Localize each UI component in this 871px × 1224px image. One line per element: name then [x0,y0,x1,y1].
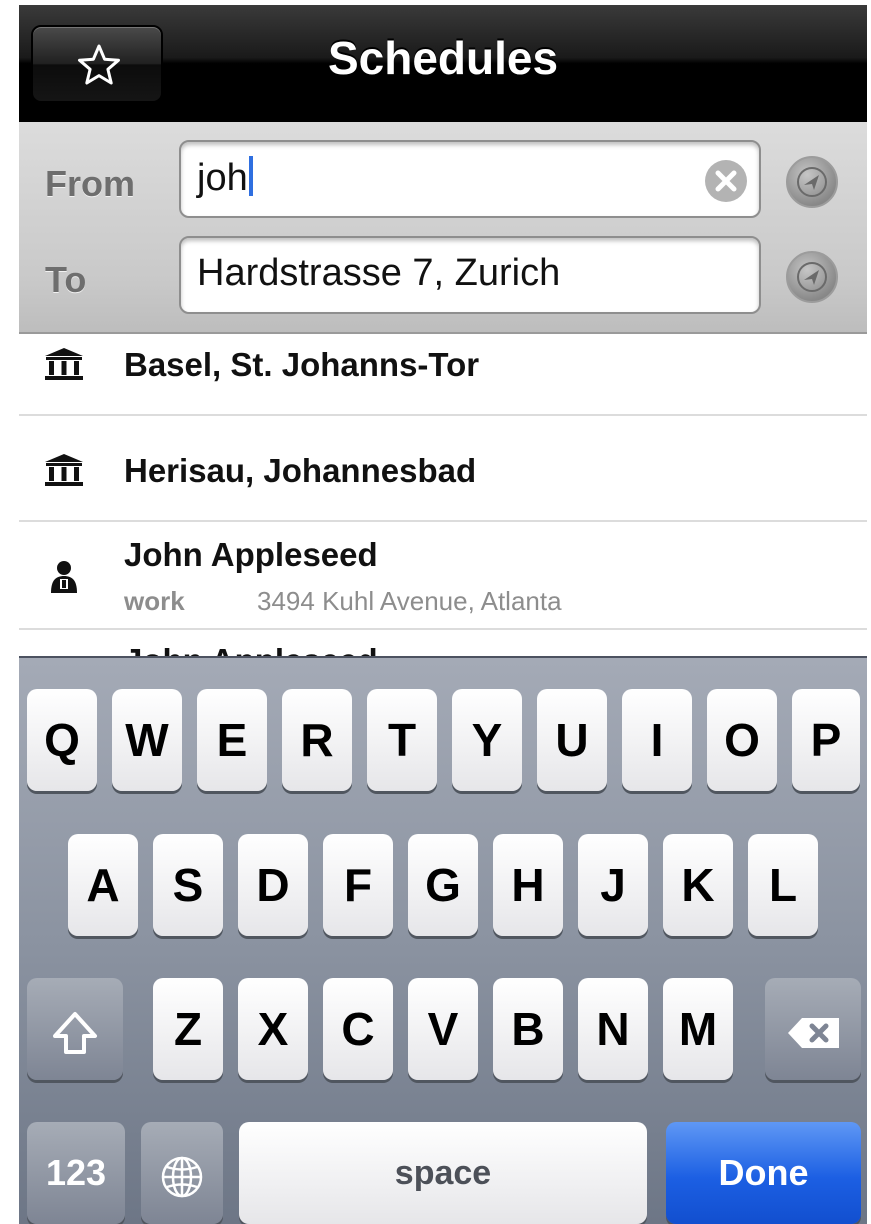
key-g[interactable]: G [408,834,478,936]
key-j[interactable]: J [578,834,648,936]
space-key[interactable]: space [239,1122,647,1224]
list-item[interactable]: Herisau, Johannesbad [19,416,867,522]
backspace-icon [788,1017,839,1048]
list-item[interactable]: Basel, St. Johanns-Tor [19,334,867,416]
key-n[interactable]: N [578,978,648,1080]
contact-icon [51,561,77,593]
key-f[interactable]: F [323,834,393,936]
suggestion-title: Basel, St. Johanns-Tor [124,346,480,383]
to-input-value: Hardstrasse 7, Zurich [197,252,561,294]
suggestion-title: Herisau, Johannesbad [124,452,477,489]
backspace-key[interactable] [765,978,861,1080]
clear-from-button[interactable] [705,160,747,202]
key-s[interactable]: S [153,834,223,936]
key-d[interactable]: D [238,834,308,936]
text-caret [248,156,253,196]
key-u[interactable]: U [537,689,607,791]
page-title: Schedules [327,32,559,84]
to-locate-button[interactable] [786,251,838,303]
key-e[interactable]: E [197,689,267,791]
shift-arrow-icon [53,1011,97,1054]
key-i[interactable]: I [622,689,692,791]
numbers-key[interactable]: 123 [27,1122,125,1224]
to-label: To [45,259,87,300]
key-l[interactable]: L [748,834,818,936]
list-item[interactable]: John Appleseed [19,630,867,656]
key-a[interactable]: A [68,834,138,936]
address-type-label: work [124,586,185,616]
from-input-value: joh [197,157,248,199]
shift-key[interactable] [27,978,123,1080]
key-y[interactable]: Y [452,689,522,791]
key-t[interactable]: T [367,689,437,791]
key-h[interactable]: H [493,834,563,936]
key-r[interactable]: R [282,689,352,791]
from-label: From [45,163,135,204]
station-icon [45,454,83,486]
suggestion-title: John Appleseed [124,642,378,656]
globe-icon [161,1156,203,1198]
current-location-icon [797,167,827,197]
key-o[interactable]: O [707,689,777,791]
key-c[interactable]: C [323,978,393,1080]
keyboard: Q W E R T Y U I O P A S D F G H J K L Z … [19,656,867,1224]
key-k[interactable]: K [663,834,733,936]
key-z[interactable]: Z [153,978,223,1080]
clear-x-icon [715,170,737,192]
current-location-icon [797,262,827,292]
key-w[interactable]: W [112,689,182,791]
navigation-bar: Schedules [19,5,867,122]
key-m[interactable]: M [663,978,733,1080]
globe-key[interactable] [141,1122,223,1224]
suggestion-title: John Appleseed [124,536,378,573]
phone-screen: Schedules From joh To Hardstrasse 7, Zur… [19,5,867,1224]
suggestion-list: Basel, St. Johanns-Tor Herisau, Johannes… [19,334,867,656]
from-field[interactable]: joh [179,140,761,218]
key-q[interactable]: Q [27,689,97,791]
from-locate-button[interactable] [786,156,838,208]
key-v[interactable]: V [408,978,478,1080]
key-p[interactable]: P [792,689,860,791]
address-value: 3494 Kuhl Avenue, Atlanta [257,586,562,616]
key-b[interactable]: B [493,978,563,1080]
route-form: From joh To Hardstrasse 7, Zurich [19,122,867,334]
station-icon [45,348,83,380]
to-field[interactable]: Hardstrasse 7, Zurich [179,236,761,314]
key-x[interactable]: X [238,978,308,1080]
done-key[interactable]: Done [666,1122,861,1224]
list-item[interactable]: John Appleseed work 3494 Kuhl Avenue, At… [19,522,867,630]
